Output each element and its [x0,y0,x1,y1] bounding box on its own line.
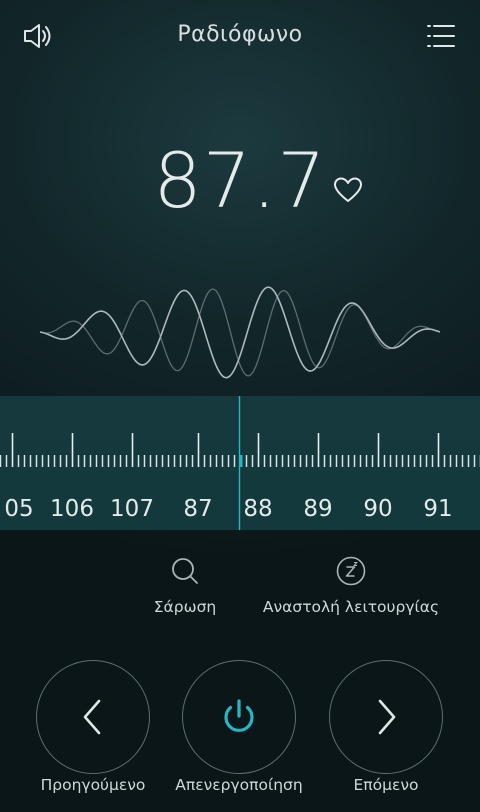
waveform-line-secondary [40,288,440,377]
frequency-dial[interactable]: 05 106 107 87 88 89 90 91 [0,396,480,530]
power-icon [224,699,254,732]
speaker-icon [24,24,51,48]
top-bar: Ραδιόφωνο [0,0,480,72]
previous-label: Προηγούμενο [40,776,146,794]
power-label: Απενεργοποίηση [175,776,303,794]
volume-button[interactable] [18,18,58,54]
sleep-timer-label: Αναστολή λειτουργίας [262,598,440,616]
power-button[interactable] [182,660,296,774]
chevron-right-icon [378,699,396,735]
sleep-timer-button[interactable]: Αναστολή λειτουργίας [256,554,446,616]
list-menu-icon [427,25,455,47]
audio-waveform [40,286,440,379]
heart-outline-icon [334,177,362,202]
scan-button[interactable]: Σάρωση [140,554,230,616]
page-title: Ραδιόφωνο [177,22,303,47]
favorite-button[interactable] [328,172,368,208]
chevron-left-icon [83,699,101,735]
scan-label: Σάρωση [153,598,217,616]
search-icon [172,558,198,584]
dial-label: 107 [110,496,154,522]
next-button[interactable] [329,660,443,774]
menu-button[interactable] [420,18,462,54]
dial-label: 91 [423,496,453,522]
frequency-display: 87.7 [153,136,327,225]
sleep-timer-icon [336,556,366,586]
previous-button[interactable] [36,660,150,774]
next-label: Επόμενο [353,776,419,794]
